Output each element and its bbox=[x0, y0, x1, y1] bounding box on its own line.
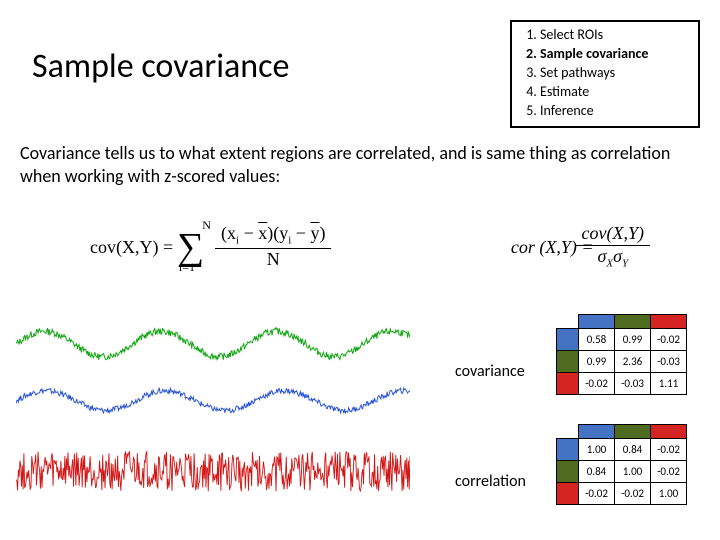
cor-formula: cor (X,Y) = cov(X,Y) σXσY bbox=[511, 223, 650, 270]
matrix-side-cell bbox=[557, 329, 579, 351]
matrix-cell: 2.36 bbox=[615, 351, 651, 373]
matrix-header-cell bbox=[579, 315, 615, 329]
matrix-cell: 1.00 bbox=[651, 483, 687, 505]
matrix-header-cell bbox=[651, 315, 687, 329]
step-item: Inference bbox=[540, 102, 690, 121]
cov-denominator: N bbox=[261, 249, 286, 271]
matrix-side-cell bbox=[557, 483, 579, 505]
matrix-cell: -0.03 bbox=[615, 373, 651, 395]
matrix-cell: 0.58 bbox=[579, 329, 615, 351]
matrix-cell: 0.99 bbox=[615, 329, 651, 351]
sum-upper: N bbox=[202, 218, 211, 233]
matrix-cell: 1.00 bbox=[579, 439, 615, 461]
red-trace bbox=[16, 452, 410, 492]
covariance-matrix: 0.580.99-0.020.992.36-0.03-0.02-0.031.11 bbox=[556, 314, 687, 395]
cor-numerator: cov(X,Y) bbox=[576, 223, 650, 245]
correlation-label: correlation bbox=[455, 472, 526, 491]
steps-list: Select ROIsSample covarianceSet pathways… bbox=[520, 26, 690, 120]
body-text: Covariance tells us to what extent regio… bbox=[20, 142, 700, 187]
step-item: Sample covariance bbox=[540, 45, 690, 64]
matrix-cell: 0.84 bbox=[615, 439, 651, 461]
matrix-cell: -0.02 bbox=[615, 483, 651, 505]
matrix-cell: 0.99 bbox=[579, 351, 615, 373]
matrix-cell: -0.03 bbox=[651, 351, 687, 373]
matrix-cell: -0.02 bbox=[579, 373, 615, 395]
matrix-cell: -0.02 bbox=[651, 461, 687, 483]
cor-denominator: σXσY bbox=[591, 246, 634, 271]
matrix-cell: 1.00 bbox=[615, 461, 651, 483]
matrix-header-cell bbox=[615, 425, 651, 439]
matrix-side-cell bbox=[557, 439, 579, 461]
covariance-label: covariance bbox=[455, 362, 525, 381]
matrix-cell: -0.02 bbox=[651, 439, 687, 461]
timeseries-chart bbox=[16, 310, 410, 514]
step-item: Estimate bbox=[540, 83, 690, 102]
slide-title: Sample covariance bbox=[32, 46, 289, 87]
formula-row: cov(X,Y) = ∑ N i=1 (xi − x)(yi − y) N co… bbox=[90, 210, 650, 284]
step-item: Select ROIs bbox=[540, 26, 690, 45]
blue-trace bbox=[16, 388, 410, 413]
green-trace bbox=[16, 328, 410, 360]
sum-lower: i=1 bbox=[179, 260, 195, 275]
step-item: Set pathways bbox=[540, 64, 690, 83]
matrix-header-cell bbox=[615, 315, 651, 329]
cov-prefix: cov(X,Y) = bbox=[90, 237, 173, 258]
matrix-cell: -0.02 bbox=[651, 329, 687, 351]
matrix-header-cell bbox=[579, 425, 615, 439]
cov-formula: cov(X,Y) = ∑ N i=1 (xi − x)(yi − y) N bbox=[90, 223, 331, 270]
chart-svg bbox=[16, 310, 410, 514]
matrix-side-cell bbox=[557, 461, 579, 483]
correlation-matrix: 1.000.84-0.020.841.00-0.02-0.02-0.021.00 bbox=[556, 424, 687, 505]
matrix-cell: 0.84 bbox=[579, 461, 615, 483]
matrix-side-cell bbox=[557, 351, 579, 373]
matrix-cell: -0.02 bbox=[579, 483, 615, 505]
matrix-cell: 1.11 bbox=[651, 373, 687, 395]
matrix-header-cell bbox=[651, 425, 687, 439]
steps-box: Select ROIsSample covarianceSet pathways… bbox=[510, 20, 700, 128]
matrix-side-cell bbox=[557, 373, 579, 395]
cov-numerator: (xi − x)(yi − y) bbox=[215, 223, 331, 248]
